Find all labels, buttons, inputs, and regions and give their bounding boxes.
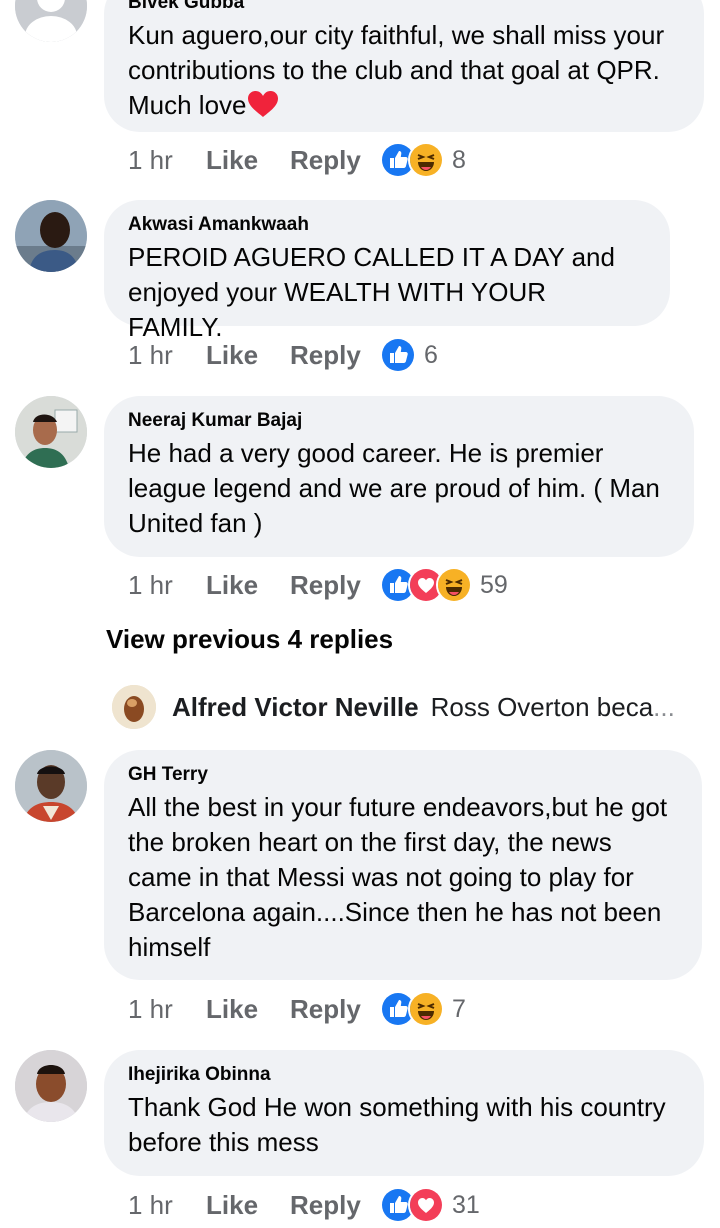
comment-author[interactable]: Akwasi Amankwaah [128,214,646,236]
avatar[interactable] [15,750,87,822]
avatar[interactable] [15,1050,87,1122]
comment-author[interactable]: Bivek Gubba [128,0,680,14]
comment-text: PEROID AGUERO CALLED IT A DAY and enjoye… [128,242,615,342]
comment-time[interactable]: 1 hr [128,145,206,176]
avatar[interactable] [112,685,156,729]
reactions-summary[interactable]: 8 [380,142,466,178]
comment-time[interactable]: 1 hr [128,994,206,1025]
comment-bubble: Ihejirika Obinna Thank God He won someth… [104,1050,704,1176]
reaction-count: 8 [452,145,466,174]
comment-time[interactable]: 1 hr [128,340,206,371]
comment-author[interactable]: Ihejirika Obinna [128,1064,680,1086]
reaction-count: 6 [424,340,438,369]
view-previous-replies-link[interactable]: View previous 4 replies [106,624,393,655]
reactions-summary[interactable]: 7 [380,991,466,1027]
reply-button[interactable]: Reply [290,145,380,176]
reply-button[interactable]: Reply [290,1190,380,1221]
avatar[interactable] [15,396,87,468]
nested-reply-preview[interactable]: Alfred Victor Neville Ross Overton beca … [112,684,675,730]
like-button[interactable]: Like [206,340,290,371]
like-reaction-icon [380,337,416,373]
comment-actions: 1 hr Like Reply 7 [128,991,466,1027]
nested-reply-author[interactable]: Alfred Victor Neville [172,692,419,723]
like-button[interactable]: Like [206,145,290,176]
reactions-summary[interactable]: 31 [380,1187,480,1223]
comment-text: All the best in your future endeavors,bu… [128,792,668,962]
comment-text: He had a very good career. He is premier… [128,438,660,538]
reply-button[interactable]: Reply [290,570,380,601]
comments-thread: Bivek Gubba Kun aguero,our city faithful… [0,0,720,1228]
comment-text: Thank God He won something with his coun… [128,1092,666,1157]
avatar[interactable] [15,0,87,42]
haha-reaction-icon [408,991,444,1027]
comment-bubble: Bivek Gubba Kun aguero,our city faithful… [104,0,704,132]
comment-text: Kun aguero,our city faithful, we shall m… [128,20,665,120]
reaction-count: 31 [452,1190,480,1219]
reaction-count: 59 [480,570,508,599]
like-button[interactable]: Like [206,1190,290,1221]
haha-reaction-icon [436,567,472,603]
comment-time[interactable]: 1 hr [128,570,206,601]
comment-bubble: Akwasi Amankwaah PEROID AGUERO CALLED IT… [104,200,670,342]
comment-actions: 1 hr Like Reply 59 [128,567,508,603]
reactions-summary[interactable]: 6 [380,337,438,373]
comment-actions: 1 hr Like Reply 8 [128,142,466,178]
comment-bubble: Neeraj Kumar Bajaj He had a very good ca… [104,396,694,557]
comment-actions: 1 hr Like Reply 31 [128,1187,480,1223]
comment-actions: 1 hr Like Reply 6 [128,337,438,373]
comment-author[interactable]: GH Terry [128,764,678,786]
comment-bubble: GH Terry All the best in your future end… [104,750,702,980]
nested-reply-ellipsis: ... [653,691,675,722]
reaction-count: 7 [452,994,466,1023]
nested-reply-text: Ross Overton beca [430,691,654,722]
like-button[interactable]: Like [206,570,290,601]
reply-button[interactable]: Reply [290,994,380,1025]
haha-reaction-icon [408,142,444,178]
reactions-summary[interactable]: 59 [380,567,508,603]
avatar[interactable] [15,200,87,272]
comment-author[interactable]: Neeraj Kumar Bajaj [128,410,670,432]
love-reaction-icon [408,1187,444,1223]
comment-time[interactable]: 1 hr [128,1190,206,1221]
like-button[interactable]: Like [206,994,290,1025]
heart-emoji-icon [247,90,279,118]
reply-button[interactable]: Reply [290,340,380,371]
